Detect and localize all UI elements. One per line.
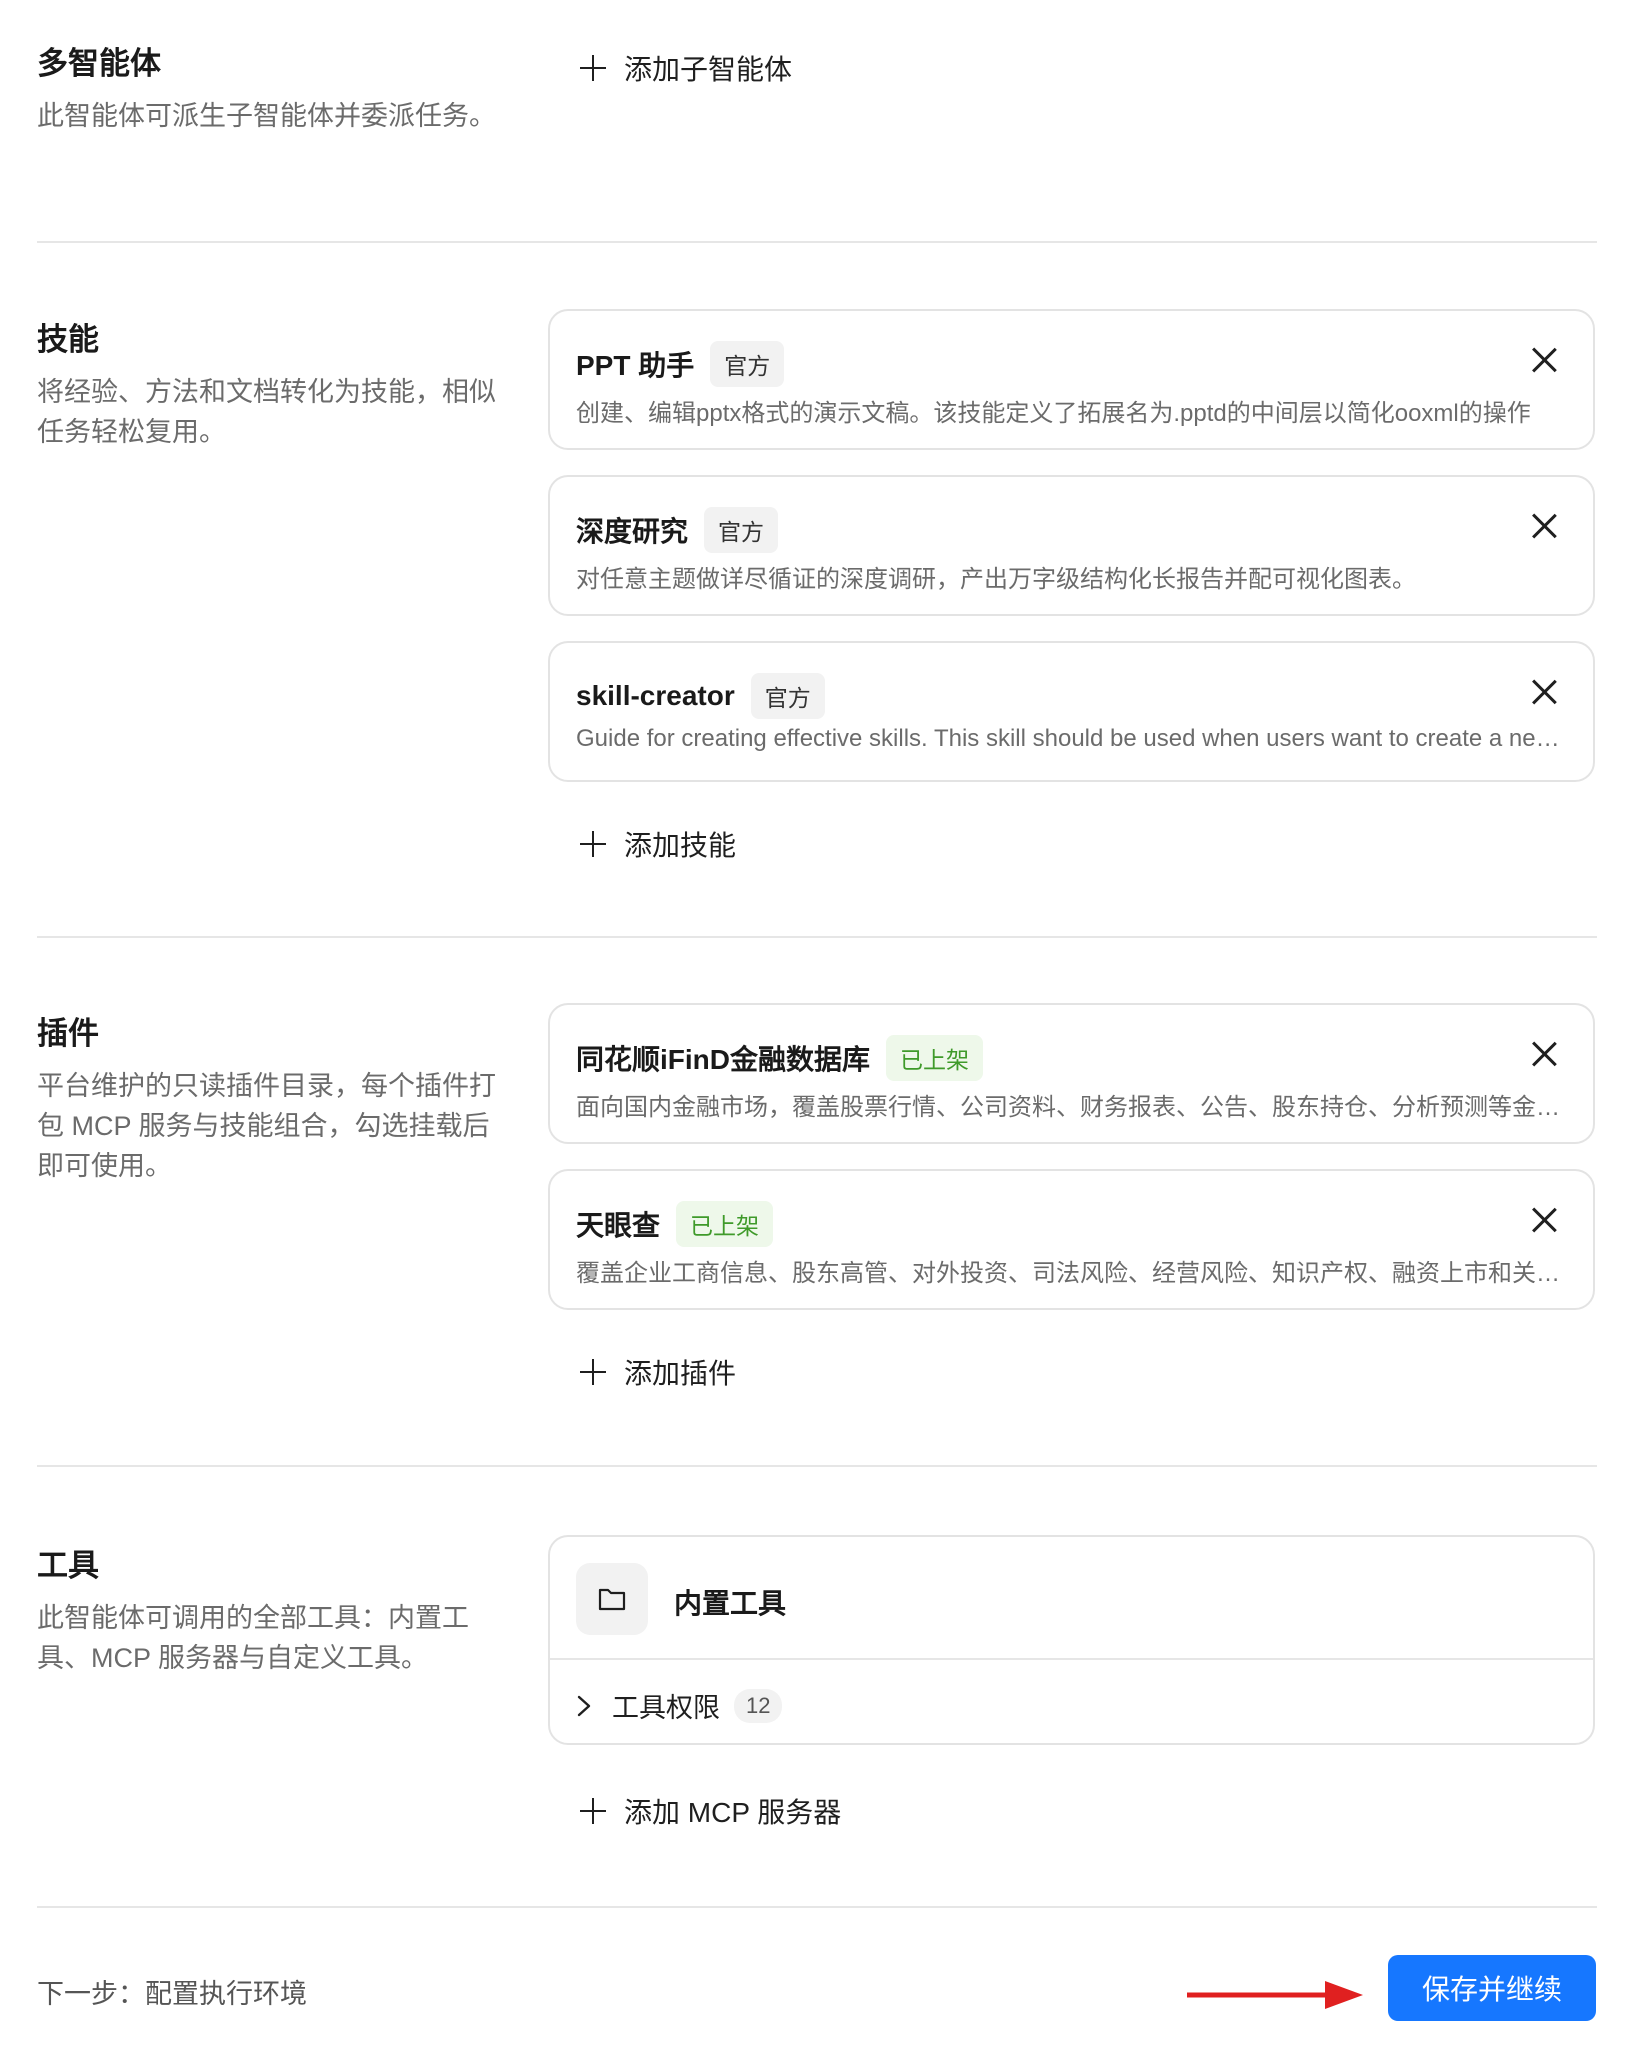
tool-permissions-toggle[interactable]: 工具权限 12 bbox=[576, 1686, 783, 1725]
remove-plugin-close-icon[interactable] bbox=[1531, 1041, 1557, 1067]
plugin-desc: 覆盖企业工商信息、股东高管、对外投资、司法风险、经营风险、知识产权、融资上市和关… bbox=[576, 1260, 1566, 1287]
add-subagent-button[interactable]: 添加子智能体 bbox=[580, 48, 792, 88]
plugin-name: 同花顺iFinD金融数据库 bbox=[576, 1044, 870, 1075]
official-badge: 官方 bbox=[704, 507, 779, 553]
skill-desc: Guide for creating effective skills. Thi… bbox=[576, 725, 1566, 752]
skill-name: 深度研究 bbox=[576, 516, 689, 547]
chevron-right-icon bbox=[577, 1695, 591, 1716]
add-skill-button[interactable]: 添加技能 bbox=[580, 824, 736, 864]
official-badge: 官方 bbox=[750, 673, 825, 719]
tools-desc: 此智能体可调用的全部工具：内置工具、MCP 服务器与自定义工具。 bbox=[37, 1603, 469, 1673]
plugins-desc: 平台维护的只读插件目录，每个插件打包 MCP 服务与技能组合，勾选挂载后即可使用… bbox=[37, 1071, 496, 1181]
folder-icon bbox=[598, 1588, 626, 1611]
plus-icon bbox=[580, 831, 606, 857]
add-skill-label: 添加技能 bbox=[624, 830, 737, 861]
plugin-name: 天眼查 bbox=[576, 1210, 661, 1241]
skill-desc: 对任意主题做详尽循证的深度调研，产出万字级结构化长报告并配可视化图表。 bbox=[576, 566, 1416, 593]
add-mcp-server-button[interactable]: 添加 MCP 服务器 bbox=[580, 1791, 841, 1831]
save-and-continue-button[interactable]: 保存并继续 bbox=[1388, 1955, 1596, 2021]
plus-icon bbox=[580, 1798, 606, 1824]
add-plugin-button[interactable]: 添加插件 bbox=[580, 1352, 736, 1392]
divider bbox=[37, 241, 1597, 243]
divider bbox=[37, 1465, 1597, 1467]
skills-title: 技能 bbox=[37, 322, 99, 357]
folder-icon-box bbox=[576, 1563, 648, 1635]
tools-title: 工具 bbox=[37, 1548, 99, 1583]
next-step-text: 下一步：配置执行环境 bbox=[37, 1979, 307, 2009]
subagents-desc: 此智能体可派生子智能体并委派任务。 bbox=[37, 101, 496, 131]
builtin-tools-title: 内置工具 bbox=[674, 1588, 787, 1619]
add-plugin-label: 添加插件 bbox=[624, 1358, 737, 1389]
subagents-title: 多智能体 bbox=[37, 46, 161, 81]
plugin-card-ifind[interactable]: 同花顺iFinD金融数据库 已上架 面向国内金融市场，覆盖股票行情、公司资料、财… bbox=[548, 1003, 1595, 1144]
remove-skill-close-icon[interactable] bbox=[1531, 347, 1557, 373]
official-badge: 官方 bbox=[710, 341, 785, 387]
skill-card-deep-research[interactable]: 深度研究 官方 对任意主题做详尽循证的深度调研，产出万字级结构化长报告并配可视化… bbox=[548, 475, 1595, 616]
add-subagent-label: 添加子智能体 bbox=[624, 54, 793, 85]
tool-permissions-count: 12 bbox=[734, 1688, 783, 1723]
plugin-card-tianyancha[interactable]: 天眼查 已上架 覆盖企业工商信息、股东高管、对外投资、司法风险、经营风险、知识产… bbox=[548, 1169, 1595, 1310]
skill-desc: 创建、编辑pptx格式的演示文稿。该技能定义了拓展名为.pptd的中间层以简化o… bbox=[576, 400, 1531, 427]
remove-skill-close-icon[interactable] bbox=[1531, 679, 1557, 705]
skill-name: PPT 助手 bbox=[576, 350, 695, 381]
add-mcp-server-label: 添加 MCP 服务器 bbox=[624, 1797, 842, 1828]
listed-badge: 已上架 bbox=[676, 1201, 774, 1247]
plus-icon bbox=[580, 1359, 606, 1385]
plus-icon bbox=[580, 55, 606, 81]
tool-permissions-label: 工具权限 bbox=[612, 1693, 720, 1723]
builtin-tools-header: 内置工具 bbox=[550, 1537, 1593, 1660]
divider bbox=[37, 936, 1597, 938]
divider bbox=[37, 1906, 1597, 1908]
remove-plugin-close-icon[interactable] bbox=[1531, 1207, 1557, 1233]
skill-card-skill-creator[interactable]: skill-creator 官方 Guide for creating effe… bbox=[548, 641, 1595, 782]
red-arrow-annotation bbox=[1187, 1981, 1363, 2009]
subagents-section: 多智能体 此智能体可派生子智能体并委派任务。 bbox=[37, 0, 1597, 230]
listed-badge: 已上架 bbox=[886, 1035, 983, 1081]
skills-desc: 将经验、方法和文档转化为技能，相似任务轻松复用。 bbox=[37, 377, 496, 447]
remove-skill-close-icon[interactable] bbox=[1531, 513, 1557, 539]
skill-card-ppt[interactable]: PPT 助手 官方 创建、编辑pptx格式的演示文稿。该技能定义了拓展名为.pp… bbox=[548, 309, 1595, 450]
builtin-tools-card: 内置工具 工具权限 12 bbox=[548, 1535, 1595, 1745]
plugin-desc: 面向国内金融市场，覆盖股票行情、公司资料、财务报表、公告、股东持仓、分析预测等金… bbox=[576, 1094, 1566, 1121]
skill-name: skill-creator bbox=[576, 680, 735, 711]
plugins-title: 插件 bbox=[37, 1016, 99, 1051]
